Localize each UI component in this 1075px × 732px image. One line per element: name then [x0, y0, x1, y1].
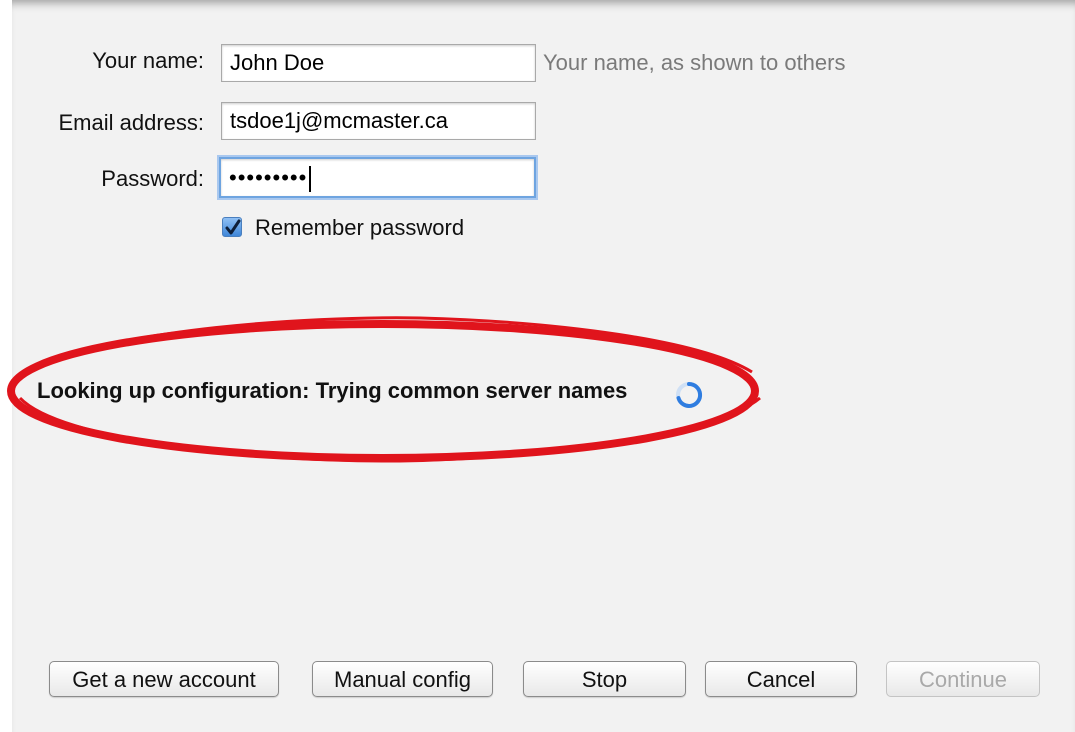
manual-config-button[interactable]: Manual config: [312, 661, 493, 697]
cancel-button[interactable]: Cancel: [705, 661, 857, 697]
password-label: Password:: [101, 166, 204, 191]
status-text: Looking up configuration: Trying common …: [37, 378, 628, 403]
get-new-account-button[interactable]: Get a new account: [49, 661, 279, 697]
text-caret: [309, 166, 312, 193]
loading-spinner-icon: [676, 381, 703, 408]
email-input[interactable]: [221, 102, 536, 140]
stop-button[interactable]: Stop: [523, 661, 686, 697]
email-label: Email address:: [58, 110, 204, 135]
password-input[interactable]: •••••••••: [219, 157, 536, 198]
name-label: Your name:: [92, 48, 204, 73]
name-input[interactable]: [221, 44, 536, 82]
continue-button[interactable]: Continue: [886, 661, 1040, 697]
password-value: •••••••••: [229, 165, 308, 190]
remember-password-label[interactable]: Remember password: [255, 215, 464, 241]
checkbox-check-icon: [225, 219, 241, 235]
remember-password-checkbox[interactable]: [222, 217, 242, 237]
name-hint: Your name, as shown to others: [543, 50, 846, 75]
